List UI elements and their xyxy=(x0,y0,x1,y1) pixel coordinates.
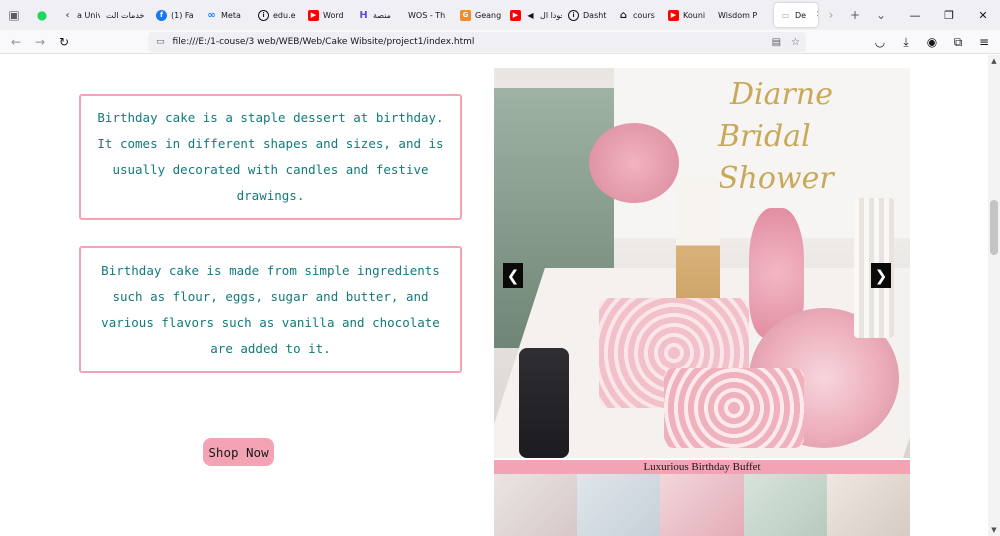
gallery-thumbnails xyxy=(494,474,911,536)
tab-label: (1) Fa xyxy=(171,10,194,20)
geang-icon: G xyxy=(460,9,471,21)
info-icon: i xyxy=(568,9,579,21)
tab-2[interactable]: f (1) Fa xyxy=(150,0,200,30)
facebook-icon: f xyxy=(156,9,167,21)
speaker-icon[interactable]: ◀ xyxy=(525,10,536,21)
tab-0[interactable]: ‹ a Univ xyxy=(56,0,100,30)
bridal-shower-sign: Diarne Bridal Shower xyxy=(718,74,910,200)
scroll-tabs-right-icon[interactable]: › xyxy=(820,0,842,30)
tab-active[interactable]: ▭ De ✕ xyxy=(774,3,818,27)
tab-3[interactable]: ∞ Meta xyxy=(200,0,252,30)
new-tab-icon[interactable]: + xyxy=(842,0,868,30)
tab-label: cours xyxy=(633,10,655,20)
flower-arrangement xyxy=(589,123,679,203)
tab-1[interactable]: خدمات الت xyxy=(100,0,150,30)
carousel-next-button[interactable]: ❯ xyxy=(871,263,891,288)
reader-view-icon[interactable]: ▤ xyxy=(772,37,781,48)
close-window-icon[interactable]: ✕ xyxy=(966,0,1000,30)
carousel-prev-button[interactable]: ❮ xyxy=(503,263,523,288)
tab-8[interactable]: G Geang xyxy=(454,0,504,30)
info-text-cake-staple: Birthday cake is a staple dessert at bir… xyxy=(97,110,444,203)
account-icon[interactable]: ◉ xyxy=(920,30,944,54)
spotify-icon[interactable]: ● xyxy=(28,0,56,30)
scrollbar-thumb[interactable] xyxy=(990,200,998,255)
tab-11[interactable]: ⌂ cours xyxy=(612,0,662,30)
tab-label: Kouni xyxy=(683,10,706,20)
tab-label: Meta xyxy=(221,10,241,20)
info-text-ingredients: Birthday cake is made from simple ingred… xyxy=(101,262,440,356)
thumbnail-image[interactable] xyxy=(577,474,661,536)
window-controls: — ❐ ✕ xyxy=(898,0,1000,30)
tab-label: Dasht xyxy=(583,10,607,20)
tab-label: a Univ xyxy=(77,10,100,20)
image-carousel[interactable]: Diarne Bridal Shower ❮ ❯ xyxy=(494,68,910,458)
tab-label: Wisdom P xyxy=(718,10,758,20)
sign-line-2: Bridal Shower xyxy=(718,119,834,196)
vertical-scrollbar[interactable]: ▲ ▼ xyxy=(988,55,1000,536)
bookmark-star-icon[interactable]: ☆ xyxy=(791,37,800,48)
page-icon: ▭ xyxy=(781,10,790,20)
chevron-left-icon: ‹ xyxy=(65,9,70,21)
tab-7[interactable]: WOS - Th xyxy=(402,0,454,30)
tab-list-icon[interactable]: ▣ xyxy=(0,0,28,30)
tab-label: Geang xyxy=(475,10,502,20)
reload-icon[interactable]: ↻ xyxy=(52,30,76,54)
extensions-icon[interactable]: ⧉ xyxy=(946,30,970,54)
tab-label: خدمات الت xyxy=(106,10,145,20)
downloads-icon[interactable]: ⤓ xyxy=(894,30,918,54)
tab-strip: ▣ ● ‹ a Univ خدمات الت f (1) Fa ∞ Meta i… xyxy=(0,0,1000,30)
thumbnail-image[interactable] xyxy=(494,474,578,536)
tab-12[interactable]: ▶ Kouni xyxy=(662,0,712,30)
url-text[interactable]: file:///E:/1-couse/3 web/WEB/Web/Cake Wi… xyxy=(173,37,475,47)
info-box-cake-staple: Birthday cake is a staple dessert at bir… xyxy=(79,94,462,220)
tab-label: edu.e xyxy=(273,10,296,20)
youtube-icon: ▶ xyxy=(668,9,679,21)
navigation-toolbar: ← → ↻ ▭ file:///E:/1-couse/3 web/WEB/Web… xyxy=(0,30,1000,54)
tab-6[interactable]: H منصة xyxy=(352,0,402,30)
tab-list-dropdown-icon[interactable]: ⌄ xyxy=(868,0,894,30)
carousel-caption: Luxurious Birthday Buffet xyxy=(494,460,910,474)
url-bar-actions: ▤ ☆ xyxy=(772,32,800,52)
info-icon: i xyxy=(258,9,269,21)
info-box-ingredients: Birthday cake is made from simple ingred… xyxy=(79,246,462,373)
tab-label: منصة xyxy=(373,10,391,20)
minimize-icon[interactable]: — xyxy=(898,0,932,30)
tab-9[interactable]: ▶ ◀ جودا ال xyxy=(504,0,562,30)
youtube-icon: ▶ xyxy=(308,9,319,21)
shop-now-button[interactable]: Shop Now xyxy=(203,438,274,466)
tab-10[interactable]: i Dasht xyxy=(562,0,612,30)
scroll-up-icon[interactable]: ▲ xyxy=(988,55,1000,67)
tab-13[interactable]: Wisdom P xyxy=(712,0,772,30)
thumbnail-image[interactable] xyxy=(743,474,827,536)
restore-icon[interactable]: ❐ xyxy=(932,0,966,30)
desserts-platter xyxy=(664,368,804,448)
youtube-icon: ▶ xyxy=(510,9,521,21)
file-icon: ▭ xyxy=(156,37,165,47)
thumbnail-image[interactable] xyxy=(826,474,911,536)
back-icon[interactable]: ← xyxy=(4,30,28,54)
url-bar[interactable]: ▭ file:///E:/1-couse/3 web/WEB/Web/Cake … xyxy=(148,32,806,52)
toolbar-right: ◡ ⤓ ◉ ⧉ ≡ xyxy=(868,30,996,54)
thumbnail-image[interactable] xyxy=(660,474,744,536)
forward-icon[interactable]: → xyxy=(28,30,52,54)
tab-label: WOS - Th xyxy=(408,10,446,20)
h-logo-icon: H xyxy=(359,9,368,21)
close-tab-icon[interactable]: ✕ xyxy=(816,10,818,20)
home-icon: ⌂ xyxy=(619,9,628,21)
tab-label: جودا ال xyxy=(540,10,562,20)
tab-5[interactable]: ▶ Word xyxy=(302,0,352,30)
tab-4[interactable]: i edu.e xyxy=(252,0,302,30)
stool xyxy=(519,348,569,458)
menu-icon[interactable]: ≡ xyxy=(972,30,996,54)
scroll-down-icon[interactable]: ▼ xyxy=(988,524,1000,536)
meta-icon: ∞ xyxy=(207,9,216,21)
tab-label: De xyxy=(795,10,807,20)
sign-line-1: Diarne xyxy=(730,77,833,112)
pocket-icon[interactable]: ◡ xyxy=(868,30,892,54)
tab-label: Word xyxy=(323,10,344,20)
page-viewport: Birthday cake is a staple dessert at bir… xyxy=(0,55,988,536)
